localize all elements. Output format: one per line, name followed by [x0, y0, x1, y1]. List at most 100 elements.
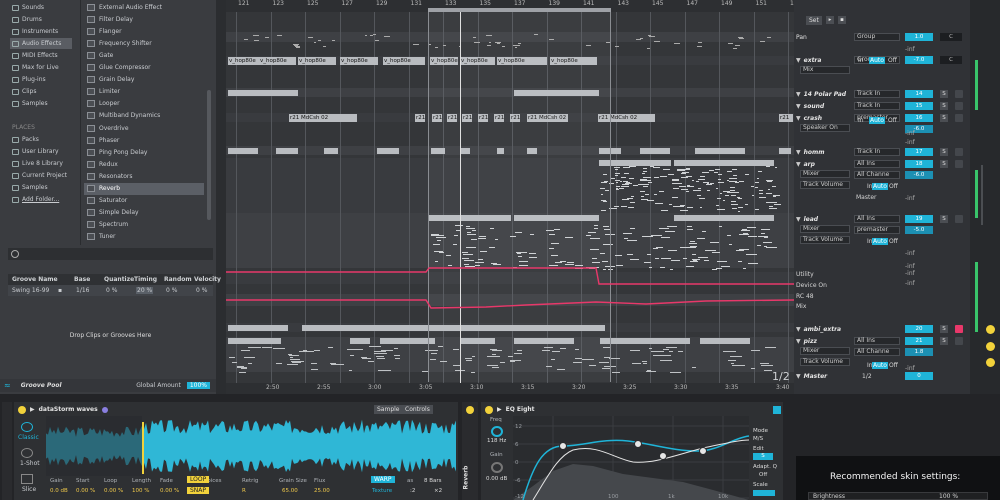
effect-item[interactable]: Saturator — [84, 195, 204, 207]
mixer-label[interactable]: Utility — [796, 271, 814, 278]
place-current-project[interactable]: Current Project — [10, 170, 72, 181]
send-value[interactable]: -inf — [905, 263, 915, 270]
track-number[interactable]: 14 — [905, 90, 933, 98]
solo-button[interactable]: S — [940, 215, 948, 223]
simpler-param-value[interactable]: 0.0 dB — [50, 488, 68, 494]
page-indicator[interactable]: 1/2 — [772, 370, 790, 383]
fold-triangle-icon[interactable]: ▼ — [796, 161, 801, 168]
solo-button[interactable]: S — [940, 337, 948, 345]
arrangement-clip[interactable] — [695, 148, 745, 154]
hot-swap-icon[interactable] — [101, 406, 108, 413]
time-ruler[interactable]: 2:50 2:55 3:00 3:05 3:10 3:15 3:20 3:25 3:30 3:35… — [226, 383, 794, 394]
one-shot-mode[interactable]: 1-Shot — [20, 460, 40, 467]
arrangement-clip[interactable] — [700, 338, 750, 344]
track-number[interactable]: 19 — [905, 215, 933, 223]
arrangement-clip[interactable] — [350, 338, 370, 344]
monitor-toggle[interactable]: In — [857, 117, 865, 124]
start-marker[interactable] — [142, 422, 144, 474]
groove-drop-zone[interactable]: Drop Clips or Grooves Here — [8, 298, 213, 372]
place-samples[interactable]: Samples — [10, 182, 72, 193]
arrangement-clip[interactable] — [228, 90, 298, 96]
send-value[interactable]: -inf — [905, 139, 915, 146]
track-device-chooser[interactable]: Mixer — [800, 225, 850, 233]
groove-row[interactable]: Swing 16-99 1/16 0 % 20 % 0 % 0 % ▪ — [8, 285, 213, 296]
monitor-toggle[interactable]: Auto — [869, 117, 885, 124]
track-device-chooser[interactable]: Mixer — [800, 347, 850, 355]
monitor-toggle[interactable]: Off — [888, 183, 899, 190]
track-header[interactable]: ▼ 14 Polar Pad — [796, 90, 852, 99]
loop-brace[interactable] — [428, 8, 611, 12]
track-number[interactable]: 20 — [905, 325, 933, 333]
freq-value[interactable]: 118 Hz — [487, 438, 506, 444]
groove-cell[interactable]: 0 % — [166, 287, 177, 294]
track-device-chooser[interactable]: Mixer — [800, 170, 850, 178]
effect-item[interactable]: Grain Delay — [84, 74, 204, 86]
category-drums[interactable]: Drums — [10, 14, 72, 25]
effect-item[interactable]: Gate — [84, 49, 204, 61]
arrangement-clip[interactable] — [779, 148, 791, 154]
category-samples[interactable]: Samples — [10, 98, 72, 109]
category-plug-ins[interactable]: Plug-ins — [10, 74, 72, 85]
set-menu-icon[interactable]: ▪ — [838, 16, 846, 24]
arm-button[interactable] — [955, 160, 963, 168]
track-number[interactable]: -7.0 — [905, 56, 933, 64]
half-button[interactable]: :2 — [410, 488, 415, 494]
send-value[interactable]: -inf — [905, 195, 915, 202]
bars-value[interactable]: 8 Bars — [424, 478, 442, 484]
loop-button[interactable]: LOOP — [187, 476, 210, 483]
mixer-label[interactable]: RC 48 — [796, 293, 814, 300]
monitor-toggle[interactable]: Off — [887, 117, 898, 124]
double-button[interactable]: ×2 — [434, 488, 442, 494]
arm-button[interactable] — [955, 215, 963, 223]
texture-value[interactable]: Texture — [372, 488, 392, 494]
category-clips[interactable]: Clips — [10, 86, 72, 97]
track-header[interactable]: ▼ lead — [796, 215, 852, 224]
track-number[interactable]: 16 — [905, 114, 933, 122]
effect-item[interactable]: Multiband Dynamics — [84, 110, 204, 122]
power-icon[interactable] — [18, 405, 26, 414]
gain-knob[interactable] — [491, 462, 503, 473]
track-header[interactable]: ▼ Master — [796, 372, 852, 381]
arrangement-clip[interactable] — [228, 338, 281, 344]
track-header[interactable]: ▼ extra — [796, 56, 852, 65]
track-number[interactable]: 1.0 — [905, 33, 933, 41]
one-shot-icon[interactable] — [21, 448, 33, 458]
arm-button[interactable] — [955, 90, 963, 98]
effect-item[interactable]: Spectrum — [84, 219, 204, 231]
input-chooser[interactable]: All Ins — [854, 215, 900, 223]
track-device-chooser[interactable]: Mix — [800, 66, 850, 74]
plus-icon[interactable] — [986, 325, 995, 334]
arm-button[interactable] — [955, 114, 963, 122]
arrangement-clip[interactable]: r21 — [415, 114, 425, 122]
groove-cell[interactable]: 0 % — [106, 287, 117, 294]
solo-button[interactable]: S — [940, 325, 948, 333]
triangle-icon[interactable]: ▶ — [30, 406, 35, 413]
set-arrow-icon[interactable]: ▸ — [826, 16, 834, 24]
effect-item[interactable]: Tuner — [84, 231, 204, 243]
send-value[interactable]: -inf — [905, 365, 915, 372]
device1-title-bar[interactable]: ▶ dataStorm waves — [18, 404, 108, 415]
mixer-label[interactable]: Device On — [796, 282, 827, 289]
groove-cell[interactable]: 20 % — [136, 287, 154, 294]
mode-value[interactable]: M/S — [753, 436, 763, 442]
place-live-8-library[interactable]: Live 8 Library — [10, 158, 72, 169]
fold-triangle-icon[interactable]: ▼ — [796, 57, 801, 64]
monitor-toggle[interactable]: Auto — [872, 362, 888, 369]
arrangement-clip[interactable] — [324, 148, 338, 154]
arm-button[interactable] — [955, 148, 963, 156]
category-instruments[interactable]: Instruments — [10, 26, 72, 37]
arm-button[interactable] — [955, 102, 963, 110]
input-chooser[interactable]: Track In — [854, 148, 900, 156]
effect-item[interactable]: Filter Delay — [84, 13, 204, 25]
input-channel-chooser[interactable]: All Channe — [854, 171, 900, 179]
category-sounds[interactable]: Sounds — [10, 2, 72, 13]
effect-item[interactable]: Limiter — [84, 86, 204, 98]
arrangement-clip[interactable]: r21 — [779, 114, 793, 122]
effect-item[interactable]: Phaser — [84, 134, 204, 146]
fold-triangle-icon[interactable]: ▼ — [796, 373, 801, 380]
track-header[interactable]: Pan — [796, 33, 852, 42]
track-volume[interactable]: -6.0 — [905, 171, 933, 179]
send-value[interactable]: -inf — [905, 46, 915, 53]
sample-tab[interactable]: Sample — [374, 405, 403, 414]
simpler-param-value[interactable]: 0.00 % — [76, 488, 95, 494]
